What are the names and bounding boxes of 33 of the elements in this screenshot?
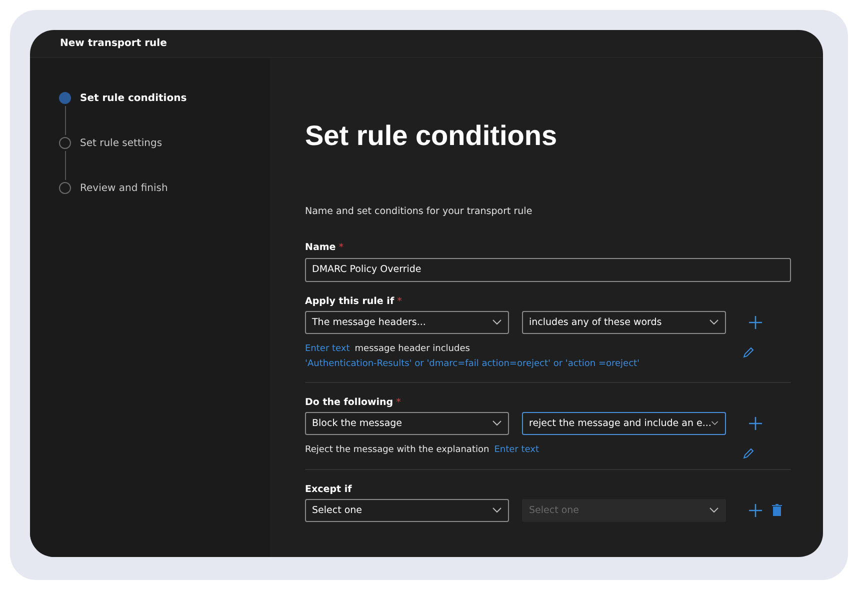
step-label[interactable]: Review and finish: [80, 182, 168, 194]
field-label: Name *: [305, 242, 344, 253]
page-heading: Set rule conditions: [305, 120, 558, 152]
dropdown[interactable]: Select one: [305, 498, 509, 522]
field-label: Do the following *: [305, 396, 402, 408]
window-title: New transport rule: [60, 38, 167, 49]
page-description: Name and set conditions for your transport rule: [305, 206, 534, 217]
pencil-icon[interactable]: [743, 346, 755, 358]
chevron-down-icon: [709, 319, 719, 325]
chevron-down-icon: [709, 507, 719, 513]
dropdown[interactable]: includes any of these words: [522, 310, 726, 334]
chevron-down-icon: [711, 420, 719, 426]
field-label: Except if: [305, 484, 353, 494]
chevron-down-icon: [492, 507, 502, 513]
pencil-icon[interactable]: [743, 446, 755, 458]
dropdown[interactable]: Block the message: [305, 412, 509, 434]
add-icon[interactable]: [749, 416, 762, 430]
chevron-down-icon: [492, 420, 502, 426]
link[interactable]: Enter text: [305, 342, 350, 356]
step-label[interactable]: Set rule settings: [80, 138, 162, 148]
chevron-down-icon: [492, 319, 502, 325]
detail-text: Reject the message with the explanation: [305, 444, 490, 456]
add-icon[interactable]: [749, 316, 762, 328]
add-icon[interactable]: [749, 504, 762, 516]
step-label[interactable]: Set rule conditions: [80, 92, 187, 104]
dropdown[interactable]: The message headers...: [305, 310, 509, 334]
link[interactable]: Enter text: [494, 442, 539, 458]
link[interactable]: 'Authentication-Results' or 'dmarc=fail action=oreject' or 'action =oreject': [305, 356, 640, 372]
field-label: Apply this rule if *: [305, 296, 403, 306]
detail-text: message header includes: [354, 342, 470, 356]
dropdown[interactable]: reject the message and include an e...: [522, 412, 726, 434]
name-input-field[interactable]: DMARC Policy Override: [305, 258, 791, 282]
trash-icon[interactable]: [772, 504, 782, 516]
